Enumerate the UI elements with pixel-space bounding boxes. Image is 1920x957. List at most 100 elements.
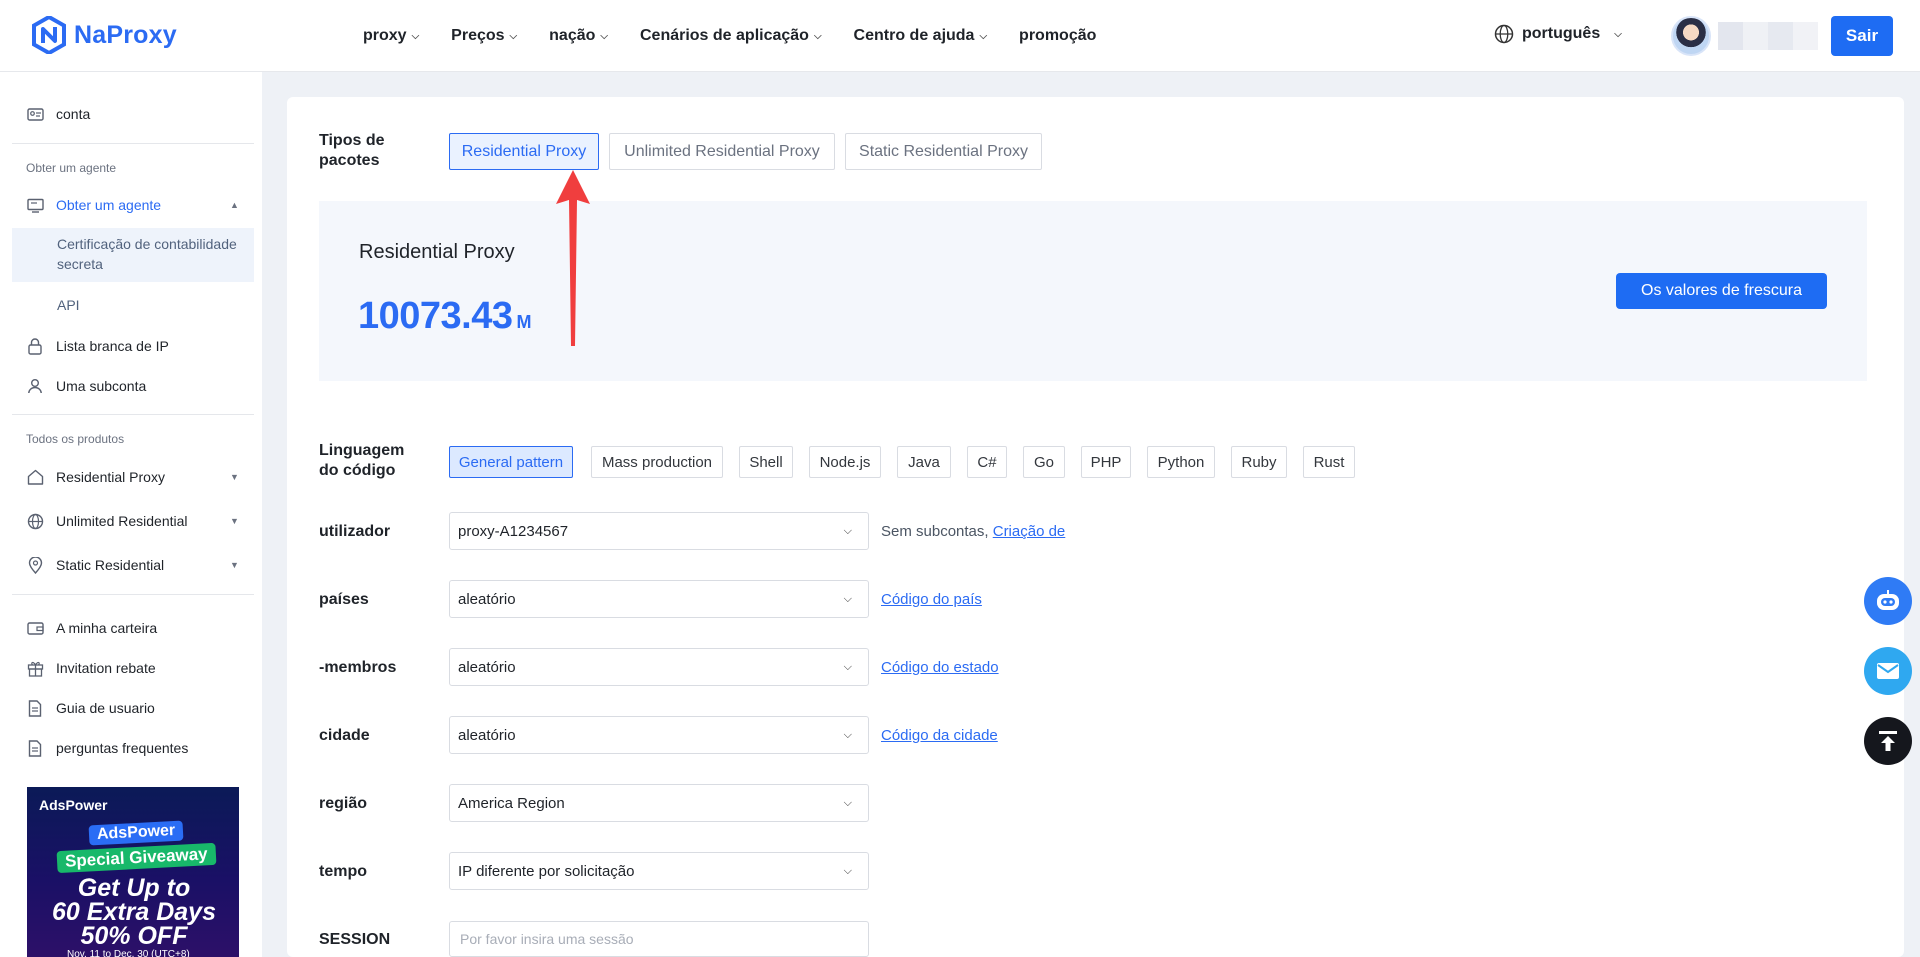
sidebar-item-subaccount[interactable]: Uma subconta: [26, 377, 146, 395]
state-code-link[interactable]: Código do estado: [881, 659, 999, 676]
code-tab-mass-production[interactable]: Mass production: [591, 446, 723, 478]
nav-nation[interactable]: nação ⌵: [549, 27, 608, 45]
user-avatar[interactable]: [1671, 16, 1711, 56]
nav-promotion[interactable]: promoção: [1019, 27, 1096, 45]
sidebar-subitem-certification[interactable]: Certificação de contabilidade secreta: [57, 234, 257, 274]
main-nav: proxy ⌵ Preços ⌵ nação ⌵ Cenários de aplica…: [363, 0, 1128, 72]
chevron-down-icon: ⌵: [843, 660, 852, 673]
country-code-link[interactable]: Código do país: [881, 591, 982, 608]
ad-offer-line: Get Up to: [77, 874, 191, 902]
brand-logo[interactable]: NaProxy: [32, 16, 177, 54]
sidebar-item-user-guide[interactable]: Guia de usuario: [26, 699, 155, 717]
user-select[interactable]: proxy-A1234567 ⌵: [449, 512, 869, 550]
document-icon: [26, 739, 44, 757]
caret-down-icon: ▼: [230, 560, 239, 570]
sidebar-item-wallet[interactable]: A minha carteira: [26, 619, 157, 637]
nav-label: Centro de ajuda: [853, 27, 975, 44]
balance-unit: M: [516, 312, 532, 332]
logout-button[interactable]: Sair: [1831, 16, 1893, 56]
code-tab-java[interactable]: Java: [897, 446, 951, 478]
balance-title: Residential Proxy: [359, 241, 515, 263]
city-select[interactable]: aleatório ⌵: [449, 716, 869, 754]
region-label: região: [319, 795, 368, 812]
user-label: utilizador: [319, 523, 391, 540]
package-tab-unlimited[interactable]: Unlimited Residential Proxy: [609, 133, 835, 170]
email-button[interactable]: [1864, 647, 1912, 695]
session-input[interactable]: [449, 921, 869, 957]
adspower-banner[interactable]: AdsPower AdsPower Special Giveaway Get U…: [27, 787, 239, 957]
username-blurred: [1718, 22, 1818, 50]
chevron-down-icon: ⌵: [1614, 28, 1622, 40]
code-tab-go[interactable]: Go: [1023, 446, 1065, 478]
home-icon: [26, 468, 44, 486]
monitor-icon: [26, 196, 44, 214]
chevron-down-icon: ⌵: [600, 30, 608, 42]
package-tab-static[interactable]: Static Residential Proxy: [845, 133, 1042, 170]
code-tab-rust[interactable]: Rust: [1303, 446, 1355, 478]
chevron-down-icon: ⌵: [843, 728, 852, 741]
ad-headline: AdsPower: [88, 820, 184, 846]
sidebar-item-label: Unlimited Residential: [56, 513, 188, 529]
code-tab-nodejs[interactable]: Node.js: [809, 446, 881, 478]
country-select[interactable]: aleatório ⌵: [449, 580, 869, 618]
divider: [12, 594, 254, 595]
sidebar-item-account[interactable]: conta: [26, 105, 90, 123]
sidebar-item-get-agent[interactable]: Obter um agente ▲: [26, 196, 239, 214]
sidebar-item-faq[interactable]: perguntas frequentes: [26, 739, 188, 757]
package-tab-residential[interactable]: Residential Proxy: [449, 133, 599, 170]
select-value: aleatório: [458, 658, 516, 676]
time-select[interactable]: IP diferente por solicitação ⌵: [449, 852, 869, 890]
code-tab-csharp[interactable]: C#: [967, 446, 1007, 478]
code-tab-shell[interactable]: Shell: [739, 446, 793, 478]
chevron-down-icon: ⌵: [411, 30, 420, 42]
code-tab-general-pattern[interactable]: General pattern: [449, 446, 573, 478]
code-tab-python[interactable]: Python: [1147, 446, 1215, 478]
state-hint: Código do estado: [881, 659, 999, 676]
code-tab-php[interactable]: PHP: [1081, 446, 1131, 478]
caret-down-icon: ▼: [230, 516, 239, 526]
balance-value: 10073.43 M: [358, 295, 531, 338]
state-label: -membros: [319, 659, 397, 676]
user-icon: [26, 377, 44, 395]
arrow-up-icon: [1879, 731, 1897, 751]
create-subaccount-link[interactable]: Criação de: [993, 523, 1066, 540]
time-label: tempo: [319, 863, 367, 880]
select-value: aleatório: [458, 726, 516, 744]
sidebar-item-label: A minha carteira: [56, 620, 158, 636]
chevron-down-icon: ⌵: [843, 592, 852, 605]
chatbot-button[interactable]: [1864, 577, 1912, 625]
sidebar-subitem-api[interactable]: API: [57, 297, 80, 313]
back-to-top-button[interactable]: [1864, 717, 1912, 765]
nav-proxy[interactable]: proxy ⌵: [363, 27, 419, 45]
user-hint: Sem subcontas, Criação de: [881, 523, 1065, 540]
chevron-down-icon: ⌵: [979, 30, 988, 42]
divider: [12, 143, 254, 144]
nav-label: Preços: [451, 27, 505, 44]
chevron-down-icon: ⌵: [843, 864, 852, 877]
sidebar-item-label: API: [57, 297, 80, 313]
state-select[interactable]: aleatório ⌵: [449, 648, 869, 686]
sidebar-item-invitation[interactable]: Invitation rebate: [26, 659, 156, 677]
chevron-down-icon: ⌵: [813, 30, 822, 42]
select-value: aleatório: [458, 590, 516, 608]
select-value: America Region: [458, 794, 565, 812]
sidebar-item-ip-whitelist[interactable]: Lista branca de IP: [26, 337, 169, 355]
city-code-link[interactable]: Código da cidade: [881, 727, 998, 744]
sidebar-item-unlimited-residential[interactable]: Unlimited Residential ▼: [26, 512, 239, 530]
code-tab-ruby[interactable]: Ruby: [1231, 446, 1287, 478]
nav-label: proxy: [363, 27, 407, 44]
language-selector[interactable]: português ⌵: [1494, 24, 1622, 44]
sidebar-item-label: Residential Proxy: [56, 469, 165, 485]
region-select[interactable]: America Region ⌵: [449, 784, 869, 822]
sidebar-item-label: conta: [56, 106, 91, 122]
sidebar-item-label: Lista branca de IP: [56, 338, 169, 354]
select-value: IP diferente por solicitação: [458, 862, 635, 880]
sidebar-item-residential-proxy[interactable]: Residential Proxy ▼: [26, 468, 239, 486]
renew-button[interactable]: Os valores de frescura: [1616, 273, 1827, 309]
nav-pricing[interactable]: Preços ⌵: [451, 27, 517, 45]
caret-down-icon: ▼: [230, 472, 239, 482]
nav-help-center[interactable]: Centro de ajuda ⌵: [854, 27, 988, 45]
language-label: português: [1522, 25, 1601, 42]
nav-scenarios[interactable]: Cenários de aplicação ⌵: [640, 27, 822, 45]
sidebar-item-static-residential[interactable]: Static Residential ▼: [26, 556, 239, 574]
